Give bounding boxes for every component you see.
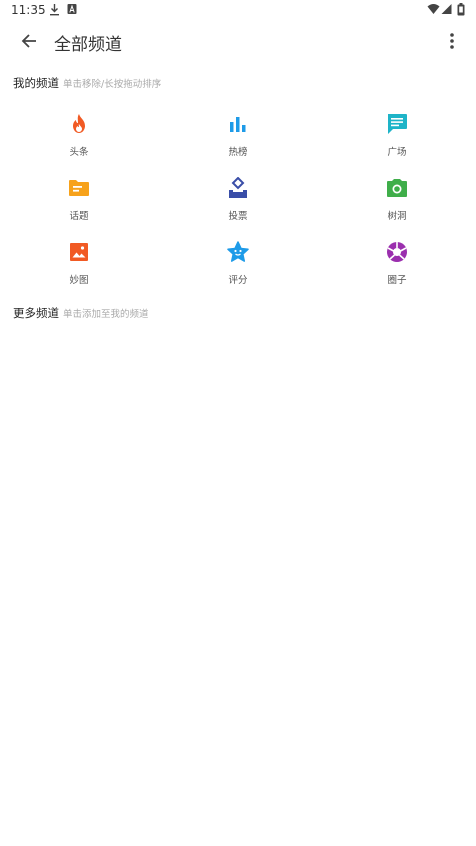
back-button[interactable] xyxy=(14,28,44,58)
battery-icon xyxy=(457,3,465,16)
chat-icon xyxy=(385,112,409,136)
channel-label: 妙图 xyxy=(69,275,89,286)
channel-item-rebang[interactable]: 热榜 xyxy=(198,112,278,168)
channel-item-huati[interactable]: 话题 xyxy=(39,176,119,232)
status-bar: 11:35 xyxy=(0,0,476,22)
my-channels-header: 我的频道 单击移除/长按拖动排序 xyxy=(13,75,161,91)
app-bar: 全部频道 xyxy=(0,22,476,62)
wifi-icon xyxy=(427,3,440,15)
more-channels-title: 更多频道 xyxy=(13,306,59,320)
channel-label: 广场 xyxy=(387,147,407,158)
channel-label: 评分 xyxy=(228,275,248,286)
my-channels-hint: 单击移除/长按拖动排序 xyxy=(63,79,162,90)
page-title: 全部频道 xyxy=(54,35,122,55)
channel-label: 话题 xyxy=(69,211,89,222)
channel-item-miaotu[interactable]: 妙图 xyxy=(39,240,119,296)
channel-item-guangchang[interactable]: 广场 xyxy=(357,112,437,168)
aperture-icon xyxy=(385,240,409,264)
channel-label: 圈子 xyxy=(387,275,407,286)
status-time: 11:35 xyxy=(11,3,46,17)
camera-icon xyxy=(385,176,409,200)
image-icon xyxy=(67,240,91,264)
more-vert-icon xyxy=(450,33,454,53)
channel-label: 树洞 xyxy=(387,211,407,222)
my-channels-title: 我的频道 xyxy=(13,76,59,90)
channel-item-quanzi[interactable]: 圈子 xyxy=(357,240,437,296)
more-menu-button[interactable] xyxy=(440,28,464,58)
flame-icon xyxy=(67,112,91,136)
channel-item-toutiao[interactable]: 头条 xyxy=(39,112,119,168)
channel-item-pingfen[interactable]: 评分 xyxy=(198,240,278,296)
signal-icon xyxy=(441,3,452,15)
channel-label: 热榜 xyxy=(228,147,248,158)
arrow-left-icon xyxy=(21,33,37,53)
more-channels-header: 更多频道 单击添加至我的频道 xyxy=(13,305,149,321)
vote-icon xyxy=(226,176,250,200)
a-box-icon xyxy=(67,3,77,15)
download-icon xyxy=(49,3,60,16)
folder-icon xyxy=(67,176,91,200)
channel-item-shudong[interactable]: 树洞 xyxy=(357,176,437,232)
channel-label: 头条 xyxy=(69,147,89,158)
bar-chart-icon xyxy=(226,112,250,136)
more-channels-hint: 单击添加至我的频道 xyxy=(63,309,149,320)
channel-item-toupiao[interactable]: 投票 xyxy=(198,176,278,232)
star-face-icon xyxy=(226,240,250,264)
channel-label: 投票 xyxy=(228,211,248,222)
